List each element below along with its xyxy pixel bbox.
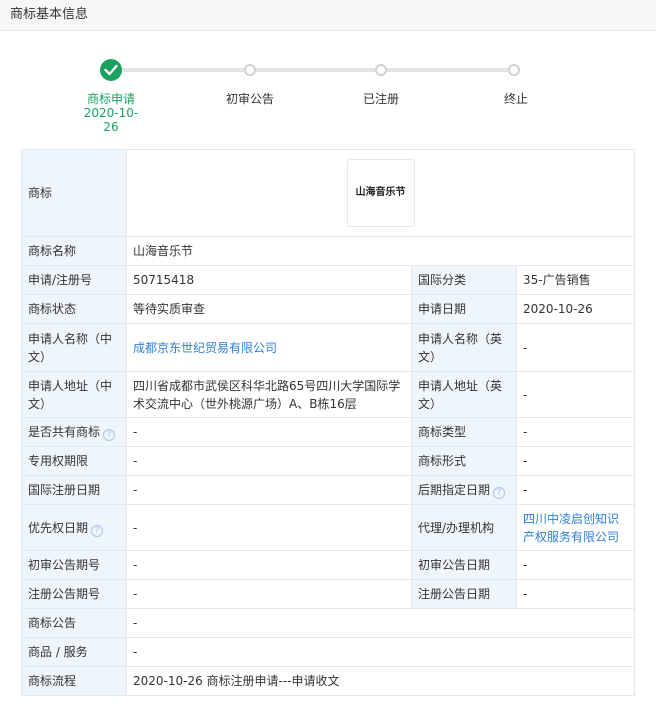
- table-row: 商标 山海音乐节: [21, 149, 635, 237]
- cell-value: -: [516, 579, 635, 609]
- cell-value: -: [516, 323, 635, 372]
- cell-value: -: [126, 550, 412, 580]
- progress-steps: 商标申请 2020-10- 26 初审公告 已注册 终止: [0, 31, 656, 149]
- table-row: 商品 / 服务 -: [21, 637, 635, 667]
- help-icon[interactable]: ?: [91, 524, 104, 537]
- cell-label: 初审公告期号: [21, 550, 127, 580]
- step-1-date-cont: 26: [103, 120, 119, 134]
- table-row: 申请人名称（中文） 成都京东世纪贸易有限公司 申请人名称（英文） -: [21, 323, 635, 372]
- section-header: 商标基本信息: [0, 0, 656, 31]
- cell-label: 商标名称: [21, 236, 127, 266]
- cell-value: -: [126, 579, 412, 609]
- step-connector: [250, 68, 381, 72]
- check-icon: [100, 59, 122, 81]
- cell-value: 35-广告销售: [516, 265, 635, 295]
- cell-label: 商标流程: [21, 666, 127, 696]
- cell-label: 申请人名称（中文）: [21, 323, 127, 372]
- cell-value: -: [126, 446, 412, 476]
- cell-value: 四川省成都市武侯区科华北路65号四川大学国际学术交流中心（世外桃源广场）A、B栋…: [126, 371, 412, 418]
- cell-label: 商标: [21, 149, 127, 237]
- cell-label: 商标状态: [21, 294, 127, 324]
- cell-label-text: 后期指定日期: [418, 483, 491, 497]
- cell-label: 优先权日期?: [21, 504, 127, 551]
- table-row: 商标名称 山海音乐节: [21, 236, 635, 266]
- step-2-label: 初审公告: [225, 92, 274, 106]
- table-row: 优先权日期? - 代理/办理机构 四川中凌启创知识产权服务有限公司: [21, 504, 635, 551]
- cell-value: 50715418: [126, 265, 412, 295]
- table-row: 国际注册日期 - 后期指定日期? -: [21, 475, 635, 505]
- table-row: 商标公告 -: [21, 608, 635, 638]
- cell-value: -: [126, 637, 635, 667]
- table-row: 初审公告期号 - 初审公告日期 -: [21, 550, 635, 580]
- cell-value: -: [516, 446, 635, 476]
- cell-label: 国际分类: [411, 265, 517, 295]
- cell-value: -: [126, 417, 412, 447]
- cell-label: 申请人名称（英文）: [411, 323, 517, 372]
- cell-label: 申请/注册号: [21, 265, 127, 295]
- table-row: 商标状态 等待实质审查 申请日期 2020-10-26: [21, 294, 635, 324]
- cell-label: 申请日期: [411, 294, 517, 324]
- cell-label: 专用权期限: [21, 446, 127, 476]
- step-4-label: 终止: [503, 92, 528, 106]
- cell-value: -: [516, 371, 635, 418]
- trademark-image-text: 山海音乐节: [355, 187, 406, 198]
- cell-label: 申请人地址（英文）: [411, 371, 517, 418]
- cell-label: 注册公告日期: [411, 579, 517, 609]
- applicant-link[interactable]: 成都京东世纪贸易有限公司: [133, 341, 277, 355]
- cell-value: 成都京东世纪贸易有限公司: [126, 323, 412, 372]
- table-row: 申请/注册号 50715418 国际分类 35-广告销售: [21, 265, 635, 295]
- cell-value: 等待实质审查: [126, 294, 412, 324]
- step-1-title: 商标申请: [86, 92, 135, 106]
- cell-value: -: [126, 504, 412, 551]
- cell-label: 国际注册日期: [21, 475, 127, 505]
- step-connector: [381, 68, 514, 72]
- trademark-image-cell: 山海音乐节: [126, 149, 635, 237]
- cell-label: 商品 / 服务: [21, 637, 127, 667]
- cell-label: 注册公告期号: [21, 579, 127, 609]
- cell-value: -: [516, 417, 635, 447]
- step-1-label: 商标申请 2020-10- 26: [56, 92, 166, 134]
- step-1-date: 2020-10-: [83, 106, 139, 120]
- help-icon[interactable]: ?: [103, 429, 116, 441]
- table-row: 是否共有商标? - 商标类型 -: [21, 417, 635, 447]
- trademark-info-table: 商标 山海音乐节 商标名称 山海音乐节 申请/注册号 50715418 国际分类…: [21, 149, 635, 696]
- table-row: 注册公告期号 - 注册公告日期 -: [21, 579, 635, 609]
- step-3-label: 已注册: [362, 92, 399, 106]
- cell-label: 商标类型: [411, 417, 517, 447]
- cell-label: 后期指定日期?: [411, 475, 517, 505]
- cell-label-text: 优先权日期: [28, 520, 89, 535]
- table-row: 申请人地址（中文） 四川省成都市武侯区科华北路65号四川大学国际学术交流中心（世…: [21, 371, 635, 418]
- agent-link[interactable]: 四川中凌启创知识产权服务有限公司: [523, 512, 619, 544]
- cell-value: 四川中凌启创知识产权服务有限公司: [516, 504, 635, 551]
- step-pending-dot: [508, 64, 520, 76]
- cell-value: -: [126, 608, 635, 638]
- step-pending-dot: [375, 64, 387, 76]
- cell-value: 2020-10-26 商标注册申请---申请收文: [126, 666, 635, 696]
- help-icon[interactable]: ?: [493, 487, 506, 499]
- trademark-image: 山海音乐节: [346, 159, 415, 227]
- cell-label: 申请人地址（中文）: [21, 371, 127, 418]
- cell-value: 2020-10-26: [516, 294, 635, 324]
- cell-value: -: [126, 475, 412, 505]
- cell-value: -: [516, 550, 635, 580]
- cell-label: 是否共有商标?: [21, 417, 127, 447]
- cell-label: 代理/办理机构: [411, 504, 517, 551]
- cell-label: 初审公告日期: [411, 550, 517, 580]
- cell-value: 山海音乐节: [126, 236, 635, 266]
- table-row: 商标流程 2020-10-26 商标注册申请---申请收文: [21, 666, 635, 696]
- cell-label: 商标公告: [21, 608, 127, 638]
- cell-label: 商标形式: [411, 446, 517, 476]
- cell-label-text: 是否共有商标: [28, 425, 101, 439]
- table-row: 专用权期限 - 商标形式 -: [21, 446, 635, 476]
- step-pending-dot: [244, 64, 256, 76]
- step-connector: [111, 68, 250, 72]
- cell-value: -: [516, 475, 635, 505]
